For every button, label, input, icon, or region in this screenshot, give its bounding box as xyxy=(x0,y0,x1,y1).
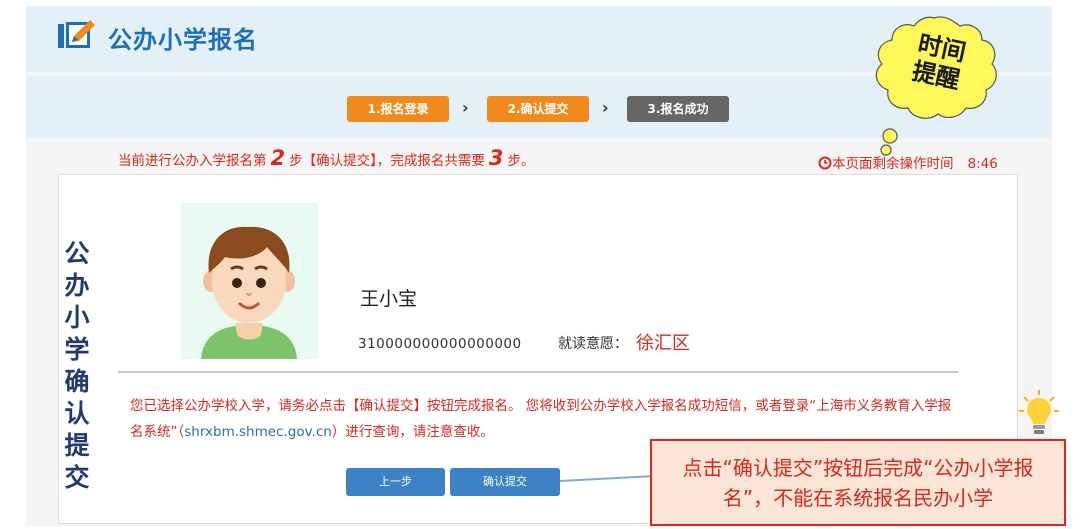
side-title-char: 公 xyxy=(64,239,90,268)
student-id-number: 310000000000000000 xyxy=(358,336,522,352)
notice-part-2: ）进行查询，请注意查收。 xyxy=(331,424,494,440)
side-title-char: 小 xyxy=(64,303,90,332)
notice-text: 您已选择公办学校入学，请务必点击【确认提交】按钮完成报名。 您将收到公办学校入学… xyxy=(130,393,960,445)
page-title: 公办小学报名 xyxy=(108,26,258,54)
system-link[interactable]: shrxbm.shmec.gov.cn xyxy=(184,424,332,440)
step-success: 3.报名成功 xyxy=(627,96,729,122)
child-avatar-icon xyxy=(201,226,297,359)
progress-suffix: 步。 xyxy=(507,153,535,169)
side-title-char: 认 xyxy=(64,399,90,428)
annotation-callout: 点击“确认提交”按钮后完成“公办小学报名”，不能在系统报名民办小学 xyxy=(650,439,1066,526)
previous-step-button[interactable]: 上一步 xyxy=(346,468,445,496)
side-title-char: 学 xyxy=(64,335,90,364)
confirm-submit-button[interactable]: 确认提交 xyxy=(450,468,560,496)
student-name: 王小宝 xyxy=(360,288,418,310)
step-confirm: 2.确认提交 xyxy=(487,96,589,122)
pencil-edit-icon xyxy=(58,20,95,48)
step-login: 1.报名登录 xyxy=(347,96,449,122)
current-step-number: 2 xyxy=(270,146,286,170)
side-title: 公 办 小 学 确 认 提 交 xyxy=(62,238,92,494)
student-avatar xyxy=(181,203,318,359)
chevron-right-icon: › xyxy=(462,98,469,117)
progress-text: 当前进行公办入学报名第 2 步【确认提交】，完成报名共需要 3 步。 xyxy=(118,146,535,170)
chevron-right-icon: › xyxy=(602,98,609,117)
progress-middle: 步【确认提交】，完成报名共需要 xyxy=(289,153,485,169)
intent-district: 徐汇区 xyxy=(636,333,690,354)
divider xyxy=(118,371,958,373)
side-title-char: 交 xyxy=(64,463,90,492)
side-title-char: 办 xyxy=(64,271,90,300)
side-title-char: 确 xyxy=(64,367,90,396)
progress-prefix: 当前进行公办入学报名第 xyxy=(118,153,267,169)
intent-label: 就读意愿： xyxy=(558,336,628,352)
clock-icon xyxy=(818,156,832,170)
total-steps-number: 3 xyxy=(488,146,504,170)
side-title-char: 提 xyxy=(64,431,90,460)
lightbulb-icon xyxy=(1019,390,1059,434)
